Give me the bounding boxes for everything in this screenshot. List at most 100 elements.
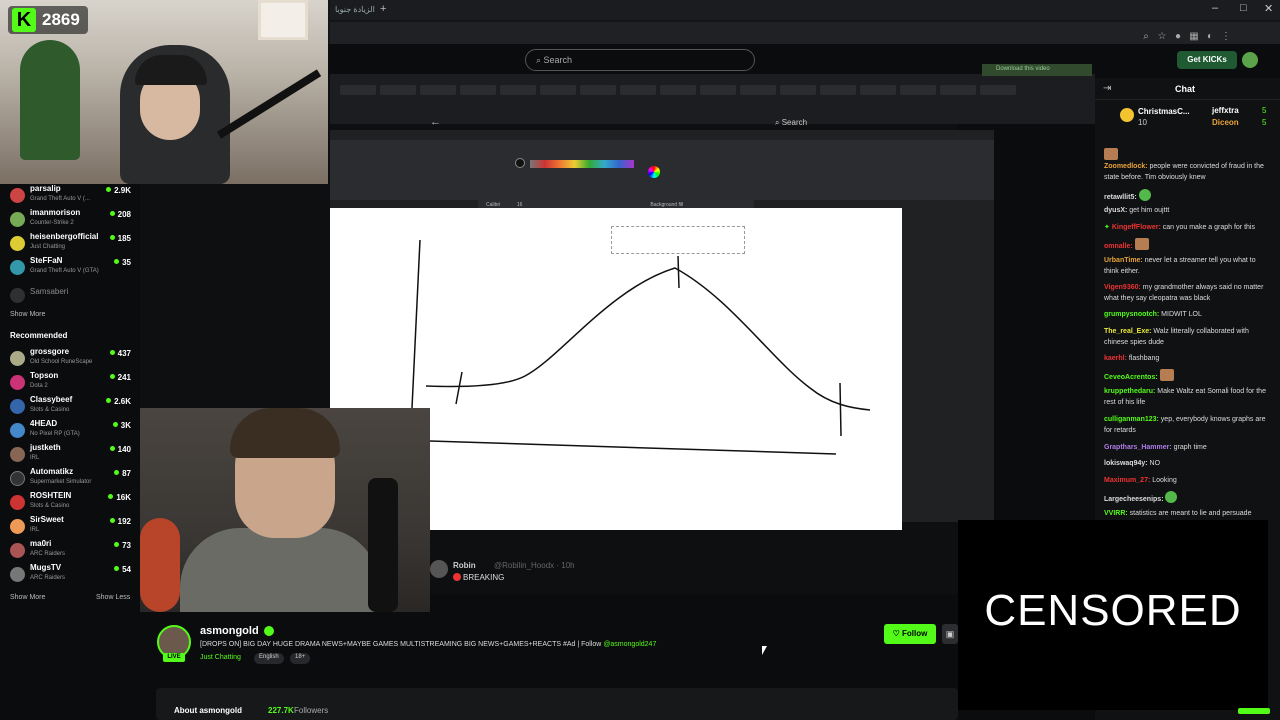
viewer-count: 35 <box>114 258 131 267</box>
maximize-button[interactable]: □ <box>1240 2 1247 14</box>
channel-name[interactable]: asmongold <box>200 625 259 637</box>
censored-label: CENSORED <box>984 586 1242 635</box>
sidebar-channel[interactable]: MugsTV ARC Raiders 54 <box>0 563 140 587</box>
chat-username[interactable]: retawllit5: <box>1104 194 1137 201</box>
back-arrow-icon[interactable]: ← <box>430 116 441 128</box>
browser-toolbar: ⌕ ☆ ● ▦ ◐ ⋮ <box>1138 26 1234 44</box>
channel-avatar <box>10 260 25 275</box>
channel-avatar <box>10 471 25 486</box>
gift-icon[interactable]: ▣ <box>942 624 958 644</box>
streamer-webcam-bottom <box>140 408 430 612</box>
chat-message: dyusX: get him oujttt <box>1104 205 1272 216</box>
channel-avatar <box>10 399 25 414</box>
leaderboard-name[interactable]: ChristmasC... <box>1138 107 1190 116</box>
chat-username[interactable]: culliganman123: <box>1104 416 1159 423</box>
chat-username[interactable]: Grapthars_Hammer: <box>1104 444 1172 451</box>
chat-username[interactable]: kruppethedaru: <box>1104 388 1155 395</box>
stream-category[interactable]: Just Chatting <box>200 654 241 661</box>
sidebar-channel[interactable]: SirSweet IRL 192 <box>0 515 140 539</box>
followers-count: 227.7K <box>268 706 294 715</box>
chat-username[interactable]: lokiswaq94y: <box>1104 460 1148 467</box>
streamer-cap <box>135 55 207 85</box>
chat-username[interactable]: dyusX: <box>1104 207 1127 214</box>
download-video-button[interactable]: Download this video <box>982 64 1092 76</box>
chat-text: statistics are meant to lie and persuade <box>1127 510 1252 517</box>
sidebar: parsalip Grand Theft Auto V (... 2.9K iman… <box>0 184 140 720</box>
color-palette[interactable] <box>530 160 634 168</box>
new-tab-button[interactable]: + <box>380 3 386 15</box>
chat-username[interactable]: CeveoAcrentos: <box>1104 374 1158 381</box>
show-more-recommended[interactable]: Show More <box>10 594 45 601</box>
chat-send-button[interactable] <box>1238 708 1270 714</box>
collapse-chat-icon[interactable]: ⇥ <box>1103 83 1111 94</box>
chat-username[interactable]: grumpysnootch: <box>1104 311 1159 318</box>
live-dot-icon <box>112 422 118 427</box>
sidebar-channel[interactable]: ROSHTEIN Slots & Casino 16K <box>0 491 140 515</box>
chat-username[interactable]: kaerhl: <box>1104 355 1127 362</box>
zoom-icon[interactable]: ⌕ <box>1138 31 1154 42</box>
sidebar-channel[interactable]: 4HEAD No Pixel RP (GTA) 3K <box>0 419 140 443</box>
chat-message: kaerhl: flashbang <box>1104 353 1272 364</box>
live-dot-icon <box>114 542 120 547</box>
star-icon[interactable]: ☆ <box>1154 31 1170 42</box>
viewer-count-value: 437 <box>117 349 131 358</box>
menu-icon[interactable]: ⋮ <box>1218 31 1234 42</box>
viewer-count-value: 73 <box>122 541 131 550</box>
chat-username[interactable]: Largecheesenips: <box>1104 496 1164 503</box>
sidebar-channel[interactable]: Automatikz Supermarket Simulator 87 <box>0 467 140 491</box>
sidebar-channel[interactable]: Topson Dota 2 241 <box>0 371 140 395</box>
chat-username[interactable]: omnalle: <box>1104 243 1133 250</box>
tweet-preview[interactable]: Robin @Robilin_Hoodx · 10h BREAKING <box>430 556 750 592</box>
channel-name: justketh <box>30 443 61 452</box>
viewer-count: 54 <box>114 565 131 574</box>
minimize-button[interactable]: – <box>1212 2 1218 14</box>
color-swatch-black[interactable] <box>515 158 525 168</box>
profile-icon[interactable]: ◐ <box>1202 31 1218 42</box>
sidebar-channel[interactable]: parsalip Grand Theft Auto V (... 2.9K <box>0 184 140 208</box>
sidebar-channel[interactable]: justketh IRL 140 <box>0 443 140 467</box>
kick-search-input[interactable]: ⌕ Search <box>525 49 755 71</box>
extension-icon[interactable]: ● <box>1170 31 1186 42</box>
mouse-cursor <box>762 646 767 655</box>
show-less-recommended[interactable]: Show Less <box>96 594 130 601</box>
tag-pill[interactable]: English <box>254 653 284 664</box>
channel-category: ARC Raiders <box>30 551 66 557</box>
channel-avatar <box>10 236 25 251</box>
chat-text: Looking <box>1150 477 1177 484</box>
chat-username[interactable]: UrbanTime: <box>1104 257 1143 264</box>
leaderboard-name[interactable]: jeffxtra <box>1212 106 1239 115</box>
followers-label: Followers <box>294 706 329 715</box>
chat-message: omnalle: <box>1104 238 1272 252</box>
color-picker-icon[interactable] <box>648 166 660 178</box>
show-more-following[interactable]: Show More <box>10 311 45 318</box>
sidebar-channel[interactable]: ma0ri ARC Raiders 73 <box>0 539 140 563</box>
viewer-count: 73 <box>114 541 131 550</box>
tweet-body: BREAKING <box>463 573 505 582</box>
chat-username[interactable]: Zoomedlock: <box>1104 163 1148 170</box>
sidebar-channel-offline[interactable]: Samsaberi <box>0 284 140 308</box>
sidebar-channel[interactable]: heisenbergofficial Just Chatting 185 <box>0 232 140 256</box>
tag-pill[interactable]: 18+ <box>290 653 311 664</box>
sidebar-channel[interactable]: imanmorison Counter-Strike 2 208 <box>0 208 140 232</box>
user-avatar[interactable] <box>1242 52 1258 68</box>
browser-tab[interactable]: الزيادة جنوبا <box>335 5 379 21</box>
sidebar-channel[interactable]: grossgore Old School RuneScape 437 <box>0 347 140 371</box>
leaderboard-name[interactable]: Diceon <box>1212 118 1239 127</box>
puzzle-icon[interactable]: ▦ <box>1186 31 1202 42</box>
viewer-count: 437 <box>109 349 131 358</box>
chat-message: Maximum_27: Looking <box>1104 475 1272 486</box>
chat-username[interactable]: Maximum_27: <box>1104 477 1150 484</box>
channel-category: Counter-Strike 2 <box>30 220 74 226</box>
chat-username[interactable]: Vigen9360: <box>1104 284 1141 291</box>
viewer-count-value: 140 <box>117 445 131 454</box>
chat-username[interactable]: VVIRR: <box>1104 510 1128 517</box>
stream-title-mention[interactable]: @asmongold247 <box>603 641 656 648</box>
sidebar-channel[interactable]: Classybeef Slots & Casino 2.6K <box>0 395 140 419</box>
close-window-button[interactable]: ✕ <box>1264 2 1273 15</box>
text-selection-box[interactable] <box>611 226 745 254</box>
chat-username[interactable]: KingeffFlower: <box>1112 224 1161 231</box>
sidebar-channel[interactable]: SteFFaN Grand Theft Auto V (GTA) 35 <box>0 256 140 280</box>
follow-button[interactable]: ♡ Follow <box>884 624 936 644</box>
get-kicks-button[interactable]: Get KICKs <box>1177 51 1237 69</box>
chat-username[interactable]: The_real_Exe: <box>1104 328 1151 335</box>
